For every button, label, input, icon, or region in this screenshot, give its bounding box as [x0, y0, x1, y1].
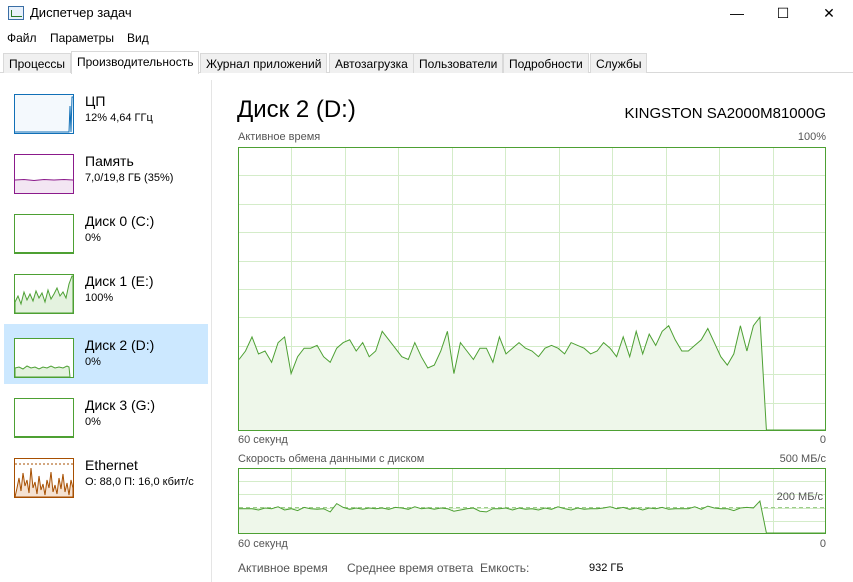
sidebar-item-value: 7,0/19,8 ГБ (35%) — [85, 172, 174, 184]
title-bar: Диспетчер задач — ☐ ✕ — [0, 0, 853, 26]
minimize-button[interactable]: — — [714, 0, 760, 26]
sidebar-item-ethernet[interactable]: Ethernet О: 88,0 П: 16,0 кбит/с — [4, 444, 208, 504]
tab-app-history[interactable]: Журнал приложений — [200, 53, 328, 73]
sidebar-item-value: 0% — [85, 356, 101, 368]
disk1-thumbnail — [14, 274, 74, 314]
sidebar-item-label: ЦП — [85, 93, 106, 109]
window-title: Диспетчер задач — [30, 5, 132, 20]
menu-view[interactable]: Вид — [127, 31, 149, 45]
sidebar-item-value: 0% — [85, 416, 101, 428]
sidebar-item-cpu[interactable]: ЦП 12% 4,64 ГГц — [4, 80, 208, 140]
sidebar-item-label: Диск 1 (E:) — [85, 273, 154, 289]
sidebar-item-label: Диск 2 (D:) — [85, 337, 155, 353]
sidebar-item-value: 0% — [85, 232, 101, 244]
tab-bar: Процессы Производительность Журнал прило… — [0, 51, 853, 74]
sidebar-item-disk-1[interactable]: Диск 1 (E:) 100% — [4, 260, 208, 320]
chart2-x-left: 60 секунд — [238, 538, 288, 550]
stat-response-time-label: Среднее время ответа — [347, 561, 474, 575]
chart2-x-right: 0 — [819, 538, 826, 550]
sidebar-item-disk-2[interactable]: Диск 2 (D:) 0% — [4, 324, 208, 384]
performance-detail-panel: Диск 2 (D:) KINGSTON SA2000M81000G Актив… — [213, 80, 853, 582]
sidebar-item-memory[interactable]: Память 7,0/19,8 ГБ (35%) — [4, 140, 208, 200]
chart1-x-left: 60 секунд — [238, 434, 288, 446]
cpu-thumbnail — [14, 94, 74, 134]
tab-users[interactable]: Пользователи — [413, 53, 504, 73]
close-button[interactable]: ✕ — [806, 0, 852, 26]
transfer-rate-chart — [238, 468, 826, 534]
disk2-thumbnail — [14, 338, 74, 378]
sidebar-item-value: 12% 4,64 ГГц — [85, 112, 153, 124]
menu-file[interactable]: Файл — [7, 31, 37, 45]
sidebar-item-disk-0[interactable]: Диск 0 (C:) 0% — [4, 200, 208, 260]
tab-startup[interactable]: Автозагрузка — [329, 53, 414, 73]
chart2-label: Скорость обмена данными с диском — [238, 453, 425, 465]
stat-active-time-label: Активное время — [238, 561, 328, 575]
chart1-max: 100% — [797, 131, 826, 143]
stat-capacity-label: Емкость: — [480, 561, 530, 575]
sidebar-item-label: Память — [85, 153, 134, 169]
stat-capacity-value: 932 ГБ — [589, 562, 624, 574]
disk-model: KINGSTON SA2000M81000G — [624, 105, 827, 122]
task-manager-icon — [8, 6, 24, 20]
tab-details[interactable]: Подробности — [503, 53, 589, 73]
chart1-x-right: 0 — [819, 434, 826, 446]
disk3-thumbnail — [14, 398, 74, 438]
page-title: Диск 2 (D:) — [237, 96, 356, 123]
memory-thumbnail — [14, 154, 74, 194]
sidebar-item-label: Ethernet — [85, 457, 138, 473]
sidebar-item-value: О: 88,0 П: 16,0 кбит/с — [85, 476, 194, 488]
sidebar-item-value: 100% — [85, 292, 114, 304]
disk0-thumbnail — [14, 214, 74, 254]
sidebar-item-label: Диск 0 (C:) — [85, 213, 155, 229]
chart2-max: 500 МБ/с — [779, 453, 826, 465]
sidebar-item-disk-3[interactable]: Диск 3 (G:) 0% — [4, 384, 208, 444]
tab-performance[interactable]: Производительность — [71, 51, 200, 74]
chart2-mid: 200 МБ/с — [776, 491, 823, 503]
tab-services[interactable]: Службы — [590, 53, 648, 73]
active-time-chart — [238, 147, 826, 431]
sidebar-item-label: Диск 3 (G:) — [85, 397, 156, 413]
performance-sidebar: ЦП 12% 4,64 ГГц Память 7,0/19,8 ГБ (35%)… — [0, 80, 212, 582]
menu-options[interactable]: Параметры — [50, 31, 114, 45]
maximize-button[interactable]: ☐ — [760, 0, 806, 26]
tab-processes[interactable]: Процессы — [3, 53, 72, 73]
chart1-label: Активное время — [238, 131, 321, 143]
ethernet-thumbnail — [14, 458, 74, 498]
